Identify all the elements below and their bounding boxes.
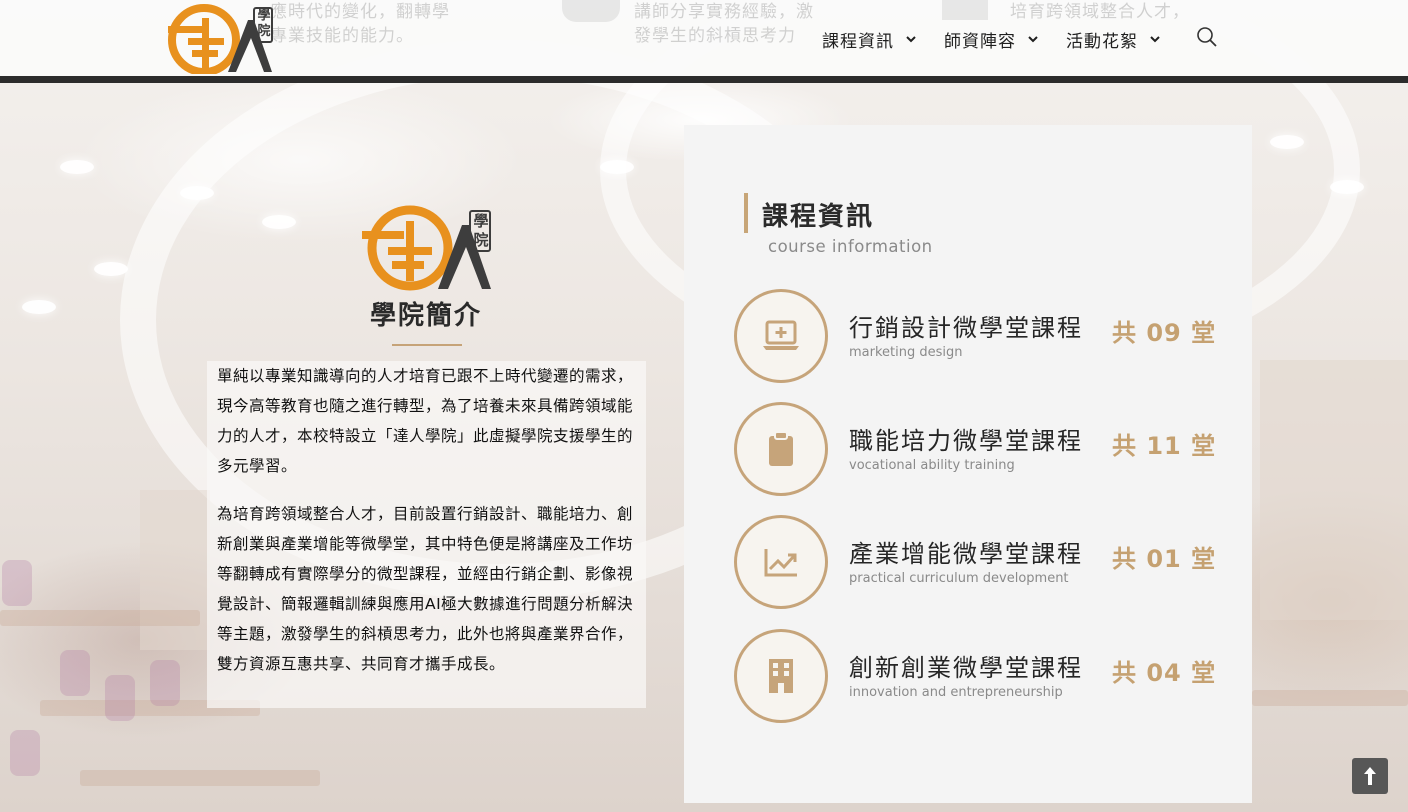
course-count: 共 09 堂 [1112, 319, 1217, 347]
course-count: 共 01 堂 [1112, 545, 1217, 573]
ghost-text: 專業技能的能力。 [270, 26, 414, 46]
laptop-plus-icon [763, 320, 799, 350]
chair [150, 660, 180, 706]
chevron-down-icon [1150, 36, 1160, 43]
desk [1252, 690, 1408, 706]
course-name-en: vocational ability training [849, 458, 1015, 473]
ceiling-light [180, 186, 214, 200]
ceiling-light [1270, 135, 1304, 149]
arrow-up-icon [1364, 767, 1376, 785]
logo-tag: 學院 [473, 212, 489, 249]
ghost-text: 發學生的斜槓思考力 [634, 26, 796, 46]
ceiling-light [1330, 180, 1364, 194]
course-name-en: innovation and entrepreneurship [849, 685, 1063, 700]
course-icon-circle [734, 402, 828, 496]
ceiling-light [600, 160, 634, 174]
site-logo[interactable]: 學院 [164, 2, 276, 76]
back-to-top-button[interactable] [1352, 758, 1388, 794]
main-nav: 課程資訊 師資陣容 活動花絮 [822, 26, 1188, 52]
chair [10, 730, 40, 776]
course-item-marketing[interactable]: 行銷設計微學堂課程 marketing design 共 09 堂 [734, 289, 1234, 383]
nav-course-info[interactable]: 課程資訊 [822, 26, 916, 52]
chair [60, 650, 90, 696]
logo-tag: 學院 [257, 8, 271, 39]
course-count: 共 04 堂 [1112, 659, 1217, 687]
nav-activities[interactable]: 活動花絮 [1066, 26, 1160, 52]
course-icon-circle [734, 289, 828, 383]
nav-label: 師資陣容 [944, 31, 1016, 52]
nav-faculty[interactable]: 師資陣容 [944, 26, 1038, 52]
course-item-innovation[interactable]: 創新創業微學堂課程 innovation and entrepreneurshi… [734, 629, 1234, 723]
trend-chart-icon [764, 549, 797, 577]
panel-title: 課程資訊 [762, 202, 875, 232]
course-icon-circle [734, 629, 828, 723]
wall-panel [1260, 360, 1408, 620]
course-item-industry[interactable]: 產業增能微學堂課程 practical curriculum developme… [734, 515, 1234, 609]
desk [0, 610, 200, 626]
course-name: 創新創業微學堂課程 [849, 654, 1083, 682]
ghost-book-icon [942, 0, 988, 20]
ghost-people-icon [562, 0, 620, 22]
header-divider [0, 76, 1408, 83]
course-name: 職能培力微學堂課程 [849, 427, 1083, 455]
building-icon [769, 659, 793, 693]
panel-subtitle: course information [768, 237, 933, 256]
course-name-en: practical curriculum development [849, 571, 1069, 586]
desk [80, 770, 320, 786]
ghost-text: 應時代的變化，翻轉學 [270, 2, 450, 22]
ghost-text: 講師分享實務經驗，激 [634, 2, 814, 22]
chevron-down-icon [1028, 36, 1038, 43]
wall-panel [140, 490, 210, 650]
chair [105, 675, 135, 721]
ceiling-light [262, 215, 296, 229]
course-count: 共 11 堂 [1112, 432, 1217, 460]
title-underline [392, 344, 462, 346]
ceiling-light [60, 160, 94, 174]
clipboard-icon [769, 431, 793, 466]
title-accent-bar [744, 193, 748, 233]
intro-paragraph: 單純以專業知識導向的人才培育已跟不上時代變遷的需求，現今高等教育也隨之進行轉型，… [217, 367, 634, 475]
nav-label: 活動花絮 [1066, 31, 1138, 52]
intro-logo: 學院 [358, 203, 494, 293]
intro-title: 學院簡介 [369, 301, 482, 331]
search-icon[interactable] [1196, 26, 1218, 48]
course-name-en: marketing design [849, 345, 963, 360]
course-name: 產業增能微學堂課程 [849, 540, 1083, 568]
course-name: 行銷設計微學堂課程 [849, 314, 1083, 342]
chevron-down-icon [906, 36, 916, 43]
nav-label: 課程資訊 [822, 31, 894, 52]
ghost-text: 培育跨領域整合人才， [1010, 2, 1190, 22]
ceiling-light [94, 262, 128, 276]
ceiling-light [22, 300, 56, 314]
course-item-vocational[interactable]: 職能培力微學堂課程 vocational ability training 共 … [734, 402, 1234, 496]
intro-paragraph: 為培育跨領域整合人才，目前設置行銷設計、職能培力、創新創業與產業增能等微學堂，其… [217, 505, 634, 673]
course-icon-circle [734, 515, 828, 609]
chair [2, 560, 32, 606]
